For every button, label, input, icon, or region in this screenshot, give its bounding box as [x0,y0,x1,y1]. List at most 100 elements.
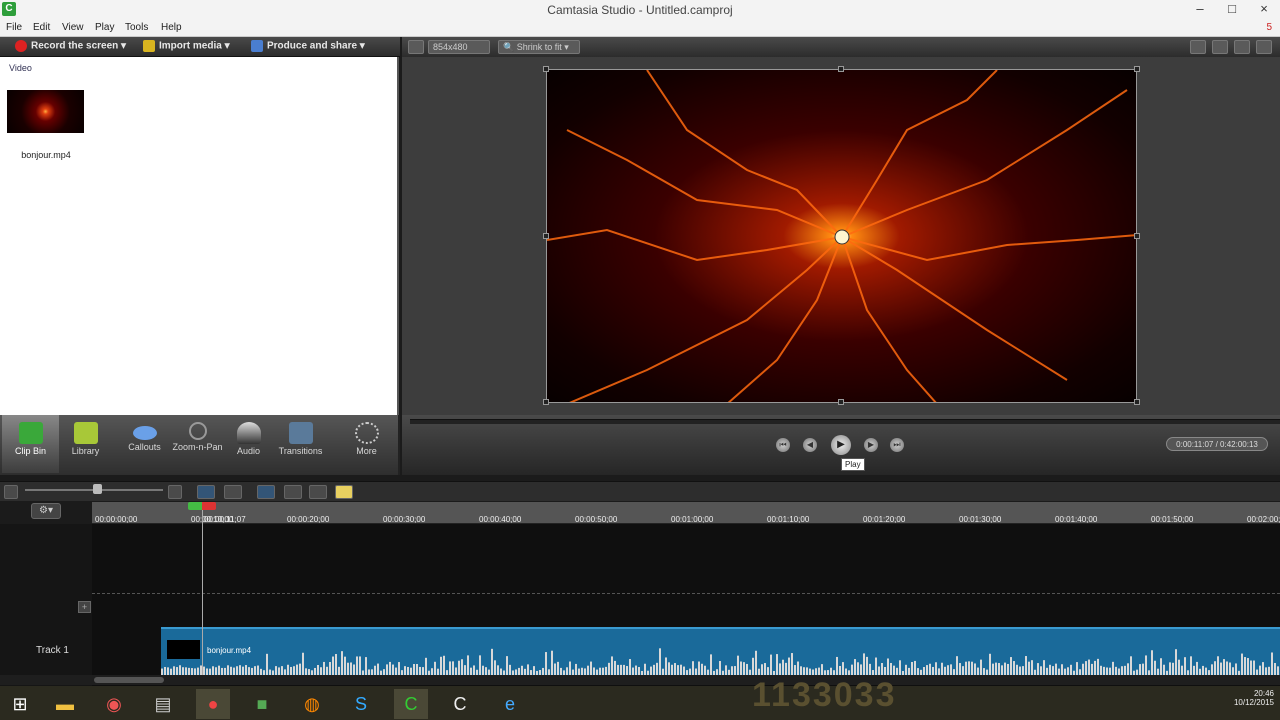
waveform-bar [485,667,487,675]
camtasia-recorder-icon[interactable]: C [443,689,477,719]
tab-more[interactable]: More [338,415,395,473]
waveform-bar [554,663,556,675]
timeline-scrollbar[interactable] [0,675,1280,685]
tab-clip-bin[interactable]: Clip Bin [2,415,59,473]
tab-transitions[interactable]: Transitions [272,415,329,473]
timecode-display: 0:00:11:07 / 0:42:00:13 [1166,437,1268,451]
paste-icon[interactable] [309,485,327,499]
system-tray[interactable]: 20:46 10/12/2015 [1234,689,1274,707]
zoom-fit-dropdown[interactable]: 🔍 Shrink to fit ▾ [498,40,580,54]
waveform-bar [917,668,919,675]
clock-time: 20:46 [1253,689,1274,698]
tab-zoom-n-pan[interactable]: Zoom-n-Pan [169,415,226,473]
waveform-bar [215,667,217,675]
dimensions-dropdown[interactable]: 854x480 [428,40,490,54]
copy-icon[interactable] [284,485,302,499]
maximize-button[interactable]: □ [1216,0,1248,20]
waveform-bar [965,661,967,675]
cut-icon[interactable] [257,485,275,499]
previous-clip-button[interactable]: ⏮ [776,438,790,452]
record-screen-button[interactable]: Record the screen ▾ [15,40,126,54]
ruler-tick-label: 00:01:20;00 [863,515,906,524]
resize-handle[interactable] [543,233,549,239]
play-button[interactable]: ▶ [831,435,851,455]
menu-play[interactable]: Play [95,22,114,33]
zoom-out-icon[interactable] [4,485,18,499]
detach-icon[interactable] [1212,40,1228,54]
start-button-icon[interactable]: ⊞ [3,689,37,719]
tab-library[interactable]: Library [57,415,114,473]
video-preview[interactable] [546,69,1137,403]
menu-file[interactable]: File [6,22,22,33]
import-media-button[interactable]: Import media ▾ [143,40,230,54]
menu-help[interactable]: Help [161,22,182,33]
produce-share-button[interactable]: Produce and share ▾ [251,40,365,54]
waveform-bar [227,665,229,675]
scrollbar-thumb[interactable] [94,677,164,683]
playhead-line[interactable] [202,505,203,685]
resize-handle[interactable] [838,66,844,72]
zoom-in-icon[interactable] [168,485,182,499]
clip-thumbnail[interactable] [7,90,84,133]
menu-tools[interactable]: Tools [125,22,148,33]
waveform-bar [731,666,733,675]
waveform-bar [779,663,781,675]
menu-view[interactable]: View [62,22,84,33]
ruler-tick-label: 00:01:30;00 [959,515,1002,524]
undo-icon[interactable] [197,485,215,499]
zoom-slider-handle[interactable] [93,484,102,494]
documents-icon[interactable]: ▤ [146,689,180,719]
notification-count[interactable]: 5 [1266,22,1272,33]
waveform-bar [1028,661,1030,675]
minecraft-icon[interactable]: ■ [245,689,279,719]
waveform-bar [1124,665,1126,675]
close-button[interactable]: × [1248,0,1280,20]
resize-handle[interactable] [1134,66,1140,72]
waveform-bar [752,657,754,675]
waveform-bar [1151,650,1153,675]
menu-edit[interactable]: Edit [33,22,50,33]
next-clip-button[interactable]: ⏭ [890,438,904,452]
canvas-icon[interactable] [408,40,424,54]
waveform-bar [746,663,748,675]
skype-icon[interactable]: S [344,689,378,719]
pin-icon[interactable] [1256,40,1272,54]
waveform-bar [359,656,361,675]
waveform-bar [1112,661,1114,675]
waveform-bar [926,665,928,675]
waveform-bar [941,662,943,675]
chrome-icon[interactable]: ● [196,689,230,719]
waveform-bar [509,664,511,675]
waveform-bar [1232,667,1234,675]
minimize-button[interactable]: – [1184,0,1216,20]
track-settings-gear-icon[interactable]: ⚙▾ [31,503,61,519]
resize-handle[interactable] [1134,399,1140,405]
tab-audio[interactable]: Audio [220,415,277,473]
step-back-button[interactable]: ◀ [803,438,817,452]
split-icon[interactable] [335,485,353,499]
clip-name[interactable]: bonjour.mp4 [5,150,87,160]
preview-tool-icon[interactable] [1190,40,1206,54]
internet-explorer-icon[interactable]: e [493,689,527,719]
media-player-icon[interactable]: ◉ [97,689,131,719]
resize-handle[interactable] [543,399,549,405]
redo-icon[interactable] [224,485,242,499]
file-explorer-icon[interactable]: ▬ [48,689,82,719]
step-forward-button[interactable]: ▶ [864,438,878,452]
resize-handle[interactable] [838,399,844,405]
fullscreen-icon[interactable] [1234,40,1250,54]
lightning-image [547,70,1136,402]
waveform-bar [323,661,325,675]
firefox-icon[interactable]: ◍ [295,689,329,719]
task-tabs: Clip Bin Library Callouts Zoom-n-Pan Aud… [0,415,400,475]
playhead-handle[interactable] [188,502,216,510]
waveform-bar [560,667,562,675]
waveform-bar [452,661,454,675]
tab-callouts[interactable]: Callouts [116,415,173,473]
camtasia-taskbar-icon[interactable]: C [394,689,428,719]
resize-handle[interactable] [543,66,549,72]
waveform-bar [890,662,892,675]
add-track-button[interactable]: + [78,601,91,613]
resize-handle[interactable] [1134,233,1140,239]
preview-scrub-bar[interactable] [410,419,1280,424]
